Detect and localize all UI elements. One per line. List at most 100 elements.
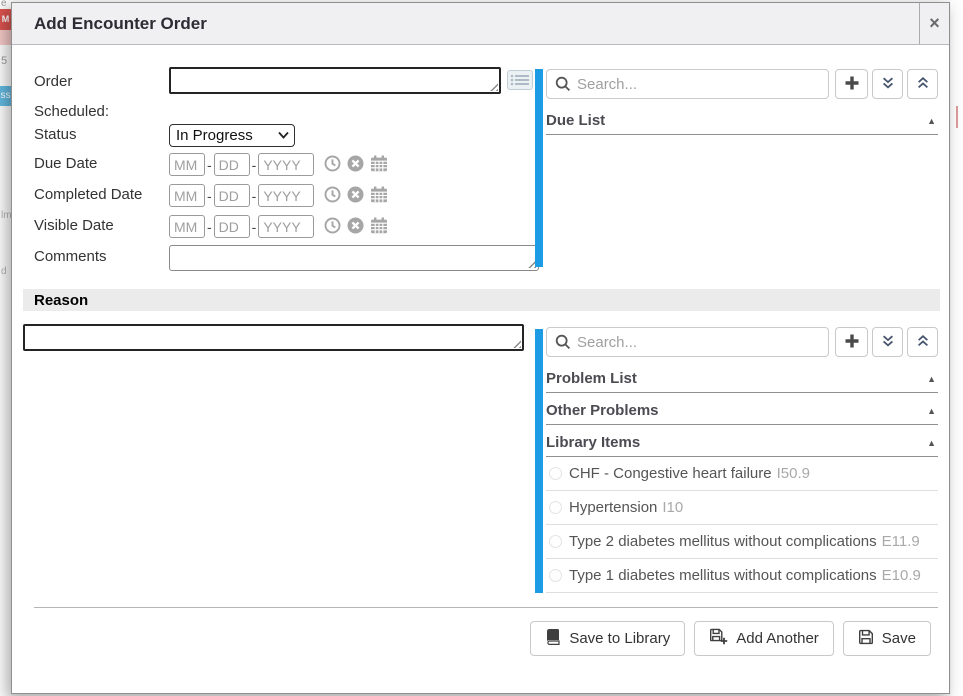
- section-header-other-problems[interactable]: Other Problems ▲: [546, 397, 938, 425]
- due-date-year-input[interactable]: [258, 153, 314, 176]
- order-input[interactable]: [169, 67, 501, 94]
- due-collapse-all-button[interactable]: [907, 69, 938, 99]
- add-encounter-order-dialog: Add Encounter Order × Order Scheduled: S…: [11, 2, 950, 694]
- section-header-due-list[interactable]: Due List ▲: [546, 107, 938, 135]
- library-item-code: E10.9: [882, 567, 921, 584]
- library-item[interactable]: Type 1 diabetes mellitus without complic…: [546, 559, 938, 593]
- visible-date-clear-button[interactable]: [347, 218, 364, 236]
- due-search-wrap: [546, 69, 829, 99]
- reason-search-input[interactable]: [546, 327, 829, 357]
- library-item[interactable]: CHF - Congestive heart failure I50.9: [546, 457, 938, 491]
- library-item[interactable]: Hypertension I10: [546, 491, 938, 525]
- caret-up-icon: ▲: [927, 374, 938, 384]
- close-button[interactable]: ×: [919, 3, 949, 44]
- due-date-calendar-button[interactable]: [370, 156, 388, 174]
- comments-input[interactable]: [169, 245, 539, 271]
- footer-divider: [34, 607, 938, 608]
- background-text-fragment: d: [1, 266, 7, 277]
- due-date-time-button[interactable]: [324, 156, 341, 174]
- order-list-button[interactable]: [506, 70, 534, 92]
- due-date-clear-button[interactable]: [347, 156, 364, 174]
- reason-expand-all-button[interactable]: [872, 327, 903, 357]
- due-date-day-input[interactable]: [214, 153, 250, 176]
- radio-icon[interactable]: [549, 535, 562, 548]
- background-text-fragment: lm: [1, 210, 11, 221]
- section-header-library-items[interactable]: Library Items ▲: [546, 429, 938, 457]
- completed-date-month-input[interactable]: [169, 184, 205, 207]
- book-icon: [545, 629, 569, 649]
- library-item[interactable]: Type 2 diabetes mellitus without complic…: [546, 525, 938, 559]
- footer-actions: Save to Library Add Another Save: [530, 621, 931, 656]
- plus-icon: [844, 333, 860, 352]
- radio-icon[interactable]: [549, 501, 562, 514]
- status-select[interactable]: In Progress: [169, 124, 295, 147]
- section-label: Due List: [546, 112, 605, 129]
- button-label: Save to Library: [569, 630, 670, 647]
- background-text-fragment: e: [1, 0, 7, 9]
- visible-date-month-input[interactable]: [169, 215, 205, 238]
- date-separator: -: [252, 188, 257, 204]
- double-chevron-down-icon: [881, 76, 895, 93]
- visible-date-label: Visible Date: [34, 217, 114, 234]
- scheduled-label: Scheduled:: [34, 103, 109, 120]
- due-date-label: Due Date: [34, 155, 97, 172]
- caret-up-icon: ▲: [927, 438, 938, 448]
- calendar-icon: [370, 217, 388, 237]
- due-date-month-input[interactable]: [169, 153, 205, 176]
- section-label: Other Problems: [546, 402, 659, 419]
- section-label: Problem List: [546, 370, 637, 387]
- reason-search-wrap: [546, 327, 829, 357]
- background-blue-chip: ss: [0, 86, 11, 106]
- add-another-button[interactable]: Add Another: [694, 621, 834, 656]
- reason-input[interactable]: [23, 324, 524, 351]
- save-to-library-button[interactable]: Save to Library: [530, 621, 685, 656]
- button-label: Save: [882, 630, 916, 647]
- dialog-title: Add Encounter Order: [34, 14, 207, 34]
- completed-date-year-input[interactable]: [258, 184, 314, 207]
- due-search-input[interactable]: [546, 69, 829, 99]
- caret-up-icon: ▲: [927, 116, 938, 126]
- reason-panel-accent-bar: [535, 329, 543, 593]
- visible-date-calendar-button[interactable]: [370, 218, 388, 236]
- due-panel-search-row: [546, 69, 938, 99]
- due-add-button[interactable]: [835, 69, 868, 99]
- reason-add-button[interactable]: [835, 327, 868, 357]
- completed-date-day-input[interactable]: [214, 184, 250, 207]
- radio-icon[interactable]: [549, 569, 562, 582]
- plus-icon: [844, 75, 860, 94]
- completed-date-time-button[interactable]: [324, 187, 341, 205]
- radio-icon[interactable]: [549, 467, 562, 480]
- status-select-wrap: In Progress: [169, 124, 295, 147]
- status-label: Status: [34, 126, 77, 143]
- library-item-name: CHF - Congestive heart failure: [569, 465, 772, 482]
- floppy-plus-icon: [709, 628, 736, 649]
- visible-date-time-button[interactable]: [324, 218, 341, 236]
- background-red-badge: M: [0, 9, 11, 30]
- date-separator: -: [207, 157, 212, 173]
- completed-date-clear-button[interactable]: [347, 187, 364, 205]
- x-circle-icon: [347, 155, 364, 175]
- date-separator: -: [252, 157, 257, 173]
- comments-field-wrap: [169, 245, 539, 271]
- clock-icon: [324, 217, 341, 237]
- section-header-problem-list[interactable]: Problem List ▲: [546, 365, 938, 393]
- calendar-icon: [370, 186, 388, 206]
- dialog-header: Add Encounter Order ×: [12, 3, 949, 45]
- section-label: Library Items: [546, 434, 640, 451]
- x-circle-icon: [347, 217, 364, 237]
- double-chevron-down-icon: [881, 334, 895, 351]
- visible-date-day-input[interactable]: [214, 215, 250, 238]
- library-item-name: Type 2 diabetes mellitus without complic…: [569, 533, 877, 550]
- library-item-code: E11.9: [882, 533, 920, 550]
- library-item-code: I50.9: [777, 465, 810, 482]
- save-button[interactable]: Save: [843, 621, 931, 656]
- due-expand-all-button[interactable]: [872, 69, 903, 99]
- completed-date-calendar-button[interactable]: [370, 187, 388, 205]
- button-label: Add Another: [736, 630, 819, 647]
- visible-date-year-input[interactable]: [258, 215, 314, 238]
- due-date-group: - -: [169, 153, 388, 176]
- reason-collapse-all-button[interactable]: [907, 327, 938, 357]
- background-pink-block: [0, 30, 11, 45]
- close-icon: ×: [929, 13, 940, 34]
- double-chevron-up-icon: [916, 334, 930, 351]
